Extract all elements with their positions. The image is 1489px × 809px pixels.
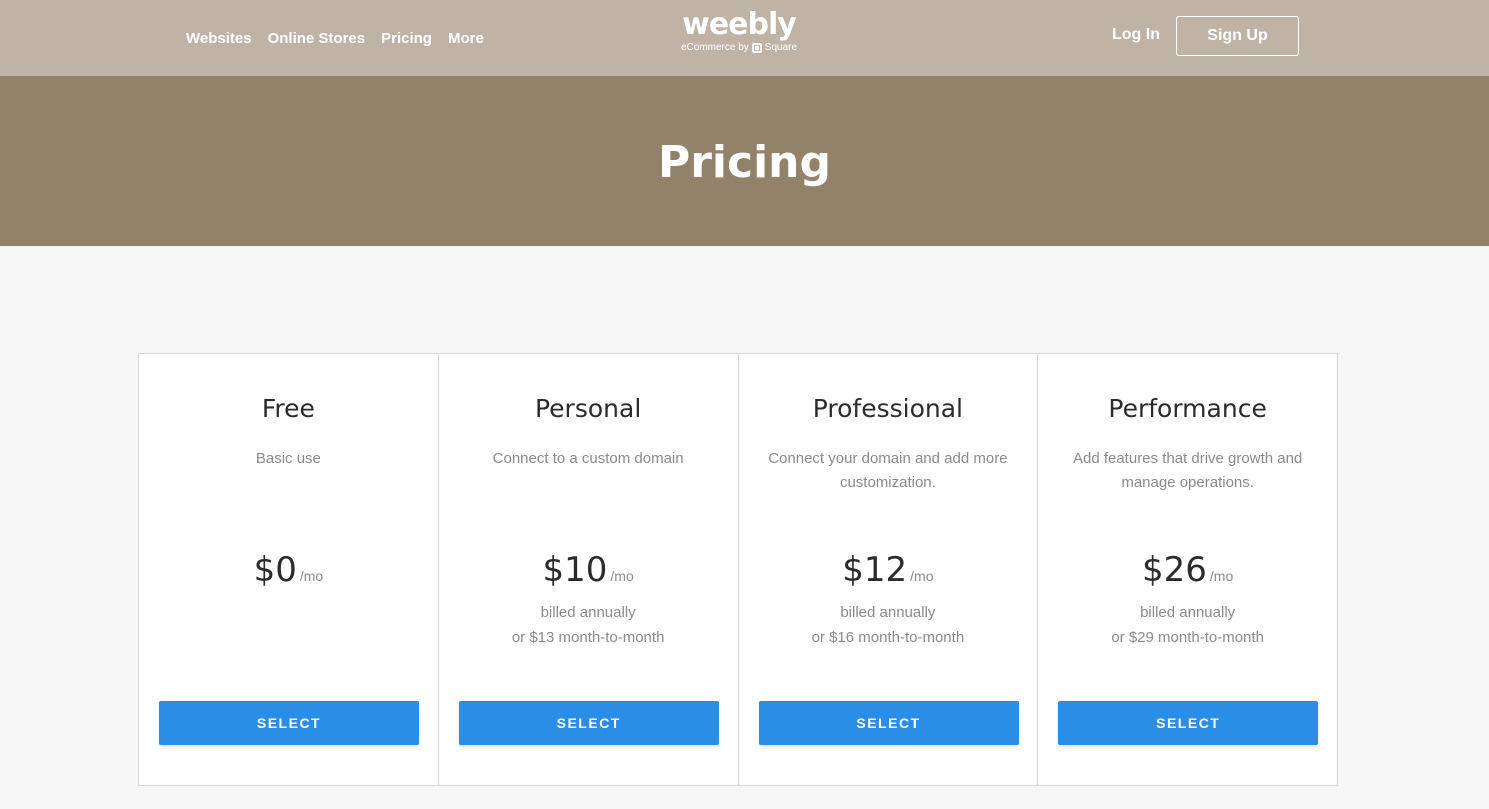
plan-card-free: Free Basic use $0/mo SELECT <box>139 354 439 785</box>
plan-card-professional: Professional Connect your domain and add… <box>739 354 1039 785</box>
price-unit: /mo <box>1209 568 1234 584</box>
select-professional-button[interactable]: SELECT <box>758 701 1019 745</box>
plan-name: Performance <box>1108 394 1267 423</box>
plan-description: Connect your domain and add more customi… <box>768 450 1008 491</box>
logo-subtitle: eCommerce by Square <box>664 42 814 54</box>
nav-link-more[interactable]: More <box>448 30 484 47</box>
price-unit: /mo <box>610 568 634 584</box>
billing-info: billed annually or $29 month-to-month <box>1038 600 1337 650</box>
select-personal-button[interactable]: SELECT <box>458 701 719 745</box>
price-unit: /mo <box>910 568 934 584</box>
nav-link-pricing[interactable]: Pricing <box>381 30 432 47</box>
plan-description: Basic use <box>255 450 321 467</box>
price-amount: $26 <box>1142 550 1207 590</box>
plan-card-personal: Personal Connect to a custom domain $10/… <box>439 354 739 785</box>
plan-price: $0/mo <box>139 550 438 590</box>
billing-line-2: or $16 month-to-month <box>811 629 965 646</box>
nav-link-websites[interactable]: Websites <box>186 30 252 47</box>
logo-sub-prefix: eCommerce by <box>680 42 749 53</box>
billing-line-1: billed annually <box>1140 604 1236 621</box>
price-unit: /mo <box>299 568 324 584</box>
top-navigation: Websites Online Stores Pricing More weeb… <box>0 0 1489 76</box>
pricing-plans: Free Basic use $0/mo SELECT Personal Con… <box>138 353 1338 786</box>
plan-card-performance: Performance Add features that drive grow… <box>1038 354 1337 785</box>
billing-line-2: or $29 month-to-month <box>1111 629 1264 646</box>
plan-price: $10/mo <box>439 550 738 590</box>
billing-line-2: or $13 month-to-month <box>511 629 665 646</box>
plan-name: Personal <box>534 394 642 423</box>
price-amount: $10 <box>542 550 608 590</box>
plan-price: $26/mo <box>1038 550 1337 590</box>
nav-link-online-stores[interactable]: Online Stores <box>268 30 366 47</box>
login-link[interactable]: Log In <box>1112 26 1160 44</box>
billing-line-1: billed annually <box>840 604 936 621</box>
plan-description: Add features that drive growth and manag… <box>1072 450 1303 491</box>
billing-info: billed annually or $13 month-to-month <box>439 600 738 650</box>
page-title: Pricing <box>657 137 831 188</box>
billing-line-1: billed annually <box>540 604 636 621</box>
plan-name: Professional <box>812 394 963 423</box>
logo-wordmark: weebly <box>682 7 797 42</box>
price-amount: $0 <box>253 550 297 590</box>
plan-description: Connect to a custom domain <box>492 450 684 467</box>
nav-links: Websites Online Stores Pricing More <box>186 0 484 76</box>
select-free-button[interactable]: SELECT <box>159 701 419 745</box>
square-icon <box>751 43 762 53</box>
signup-button[interactable]: Sign Up <box>1176 16 1299 56</box>
plan-price: $12/mo <box>739 550 1038 590</box>
plan-name: Free <box>261 394 315 423</box>
price-amount: $12 <box>842 550 908 590</box>
select-performance-button[interactable]: SELECT <box>1058 701 1319 745</box>
logo-sub-brand: Square <box>764 42 798 53</box>
weebly-logo[interactable]: weebly eCommerce by Square <box>664 8 814 54</box>
billing-info: billed annually or $16 month-to-month <box>739 600 1038 650</box>
